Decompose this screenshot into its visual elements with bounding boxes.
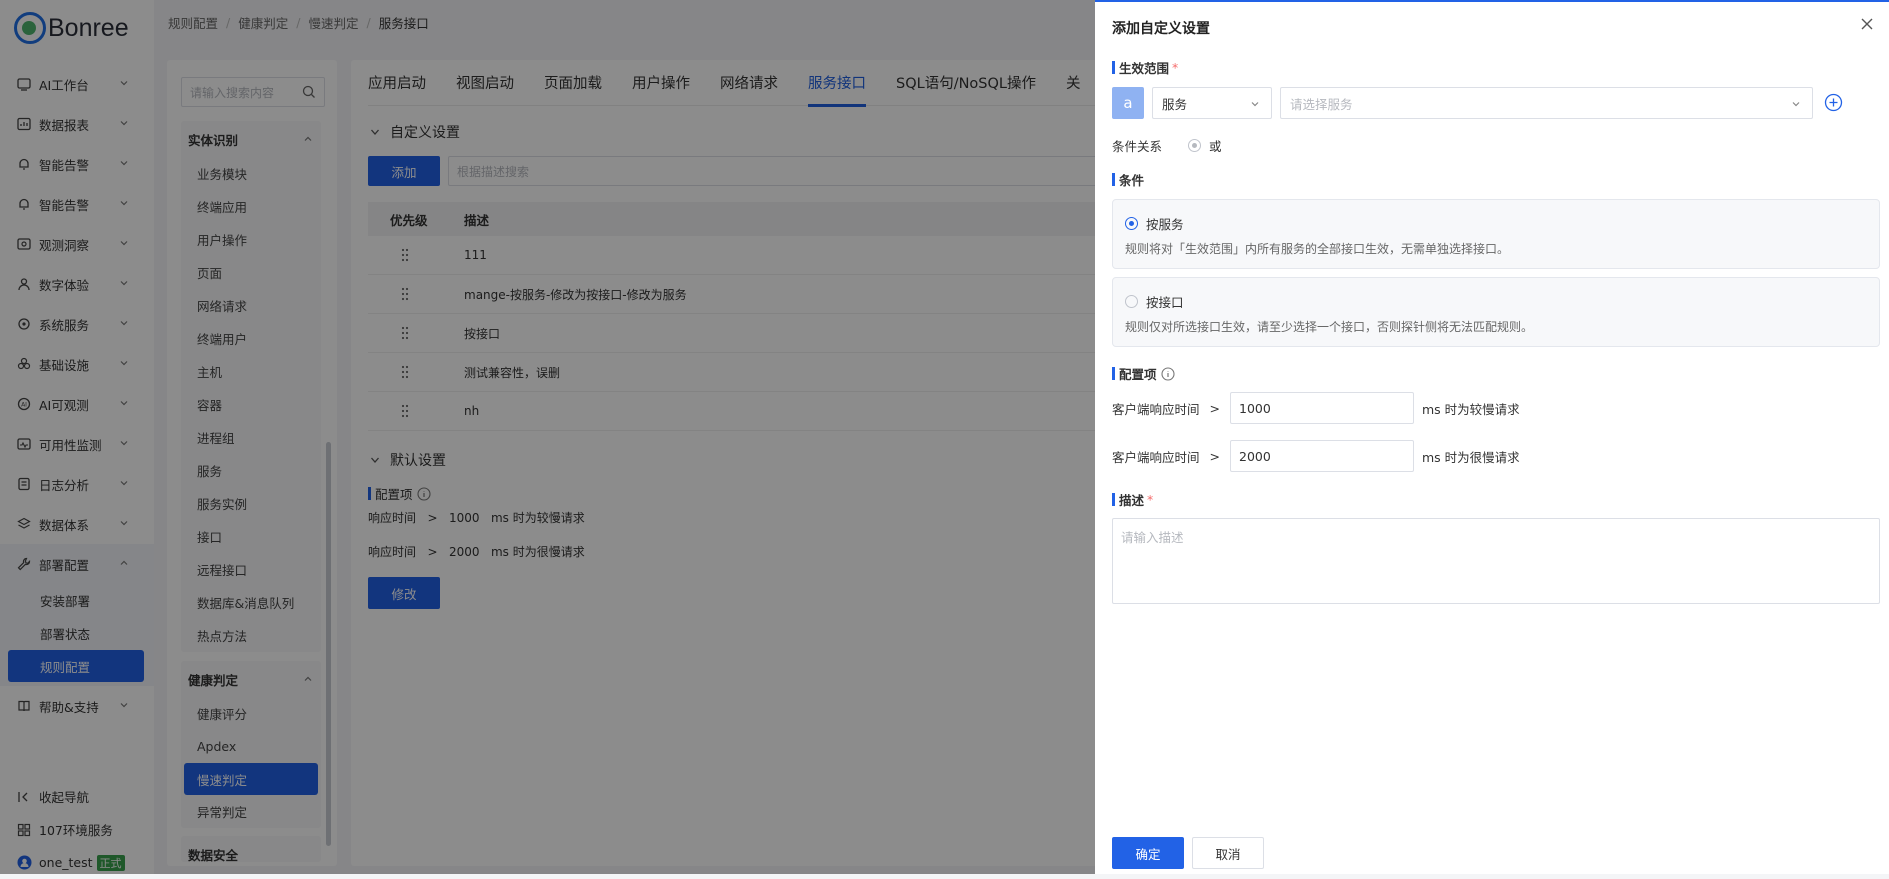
scope-condition-badge: a (1112, 87, 1144, 119)
input-value: 2000 (1239, 448, 1271, 464)
by-interface-radio[interactable] (1125, 295, 1138, 308)
drawer-title: 添加自定义设置 (1112, 21, 1210, 37)
scope-label-text: 生效范围 (1119, 61, 1170, 76)
config-row-slow: 客户端响应时间 > 1000 ms 时为较慢请求 (1112, 392, 1520, 424)
description-textarea[interactable]: 请输入描述 (1112, 518, 1880, 604)
config-label-text: 配置项 (1119, 367, 1157, 382)
option-by-service[interactable]: 按服务 规则将对「生效范围」内所有服务的全部接口生效，无需单独选择接口。 (1112, 199, 1880, 269)
option-desc: 规则将对「生效范围」内所有服务的全部接口生效，无需单独选择接口。 (1125, 242, 1510, 256)
desc-label-text: 描述 (1119, 493, 1145, 508)
textarea-placeholder: 请输入描述 (1121, 530, 1184, 545)
drawer-config-label: 配置项 (1112, 364, 1175, 383)
info-icon[interactable] (1160, 366, 1175, 381)
confirm-button[interactable]: 确定 (1112, 837, 1184, 869)
section-marker (1112, 173, 1115, 186)
option-title: 按接口 (1146, 295, 1184, 310)
threshold-suffix: ms 时为较慢请求 (1422, 401, 1520, 417)
service-select[interactable]: 请选择服务 (1280, 87, 1813, 119)
config-row-very-slow: 客户端响应时间 > 2000 ms 时为很慢请求 (1112, 440, 1520, 472)
threshold-suffix: ms 时为很慢请求 (1422, 449, 1520, 465)
by-service-radio[interactable] (1125, 217, 1138, 230)
section-marker (1112, 367, 1115, 380)
close-icon[interactable] (1860, 17, 1874, 31)
description-label: 描述 * (1112, 490, 1153, 509)
option-by-interface[interactable]: 按接口 规则仅对所选接口生效，请至少选择一个接口，否则探针侧将无法匹配规则。 (1112, 277, 1880, 347)
chevron-down-icon (1792, 102, 1800, 107)
slow-threshold-input[interactable]: 1000 (1230, 392, 1414, 424)
section-marker (1112, 61, 1115, 74)
scope-label: 生效范围 * (1112, 58, 1178, 77)
operator: > (1209, 400, 1220, 416)
option-title: 按服务 (1146, 217, 1184, 232)
option-head: 按服务 (1125, 214, 1184, 233)
conditions-label: 条件 (1112, 170, 1144, 189)
option-head: 按接口 (1125, 292, 1184, 311)
required-mark: * (1147, 492, 1154, 507)
modal-overlay[interactable] (0, 0, 1095, 874)
conditions-label-text: 条件 (1119, 173, 1145, 188)
scope-type-select[interactable]: 服务 (1152, 87, 1272, 119)
or-radio-label: 或 (1209, 139, 1222, 154)
required-mark: * (1172, 60, 1179, 75)
section-marker (1112, 493, 1115, 506)
operator: > (1209, 448, 1220, 464)
condition-relation: 条件关系 或 (1112, 136, 1222, 155)
metric-label: 客户端响应时间 (1112, 449, 1200, 465)
add-condition-icon[interactable] (1824, 93, 1843, 112)
cancel-button[interactable]: 取消 (1192, 837, 1264, 869)
select-value: 服务 (1162, 96, 1188, 112)
chevron-down-icon (1251, 102, 1259, 107)
condition-relation-label: 条件关系 (1112, 139, 1163, 154)
or-radio[interactable] (1188, 139, 1202, 152)
metric-label: 客户端响应时间 (1112, 401, 1200, 417)
option-desc: 规则仅对所选接口生效，请至少选择一个接口，否则探针侧将无法匹配规则。 (1125, 320, 1534, 334)
input-value: 1000 (1239, 400, 1271, 416)
select-placeholder: 请选择服务 (1290, 96, 1353, 112)
add-custom-setting-drawer: 添加自定义设置 生效范围 * a 服务 请选择服务 条件关系 或 条件 按服务 … (1095, 0, 1889, 874)
very-slow-threshold-input[interactable]: 2000 (1230, 440, 1414, 472)
